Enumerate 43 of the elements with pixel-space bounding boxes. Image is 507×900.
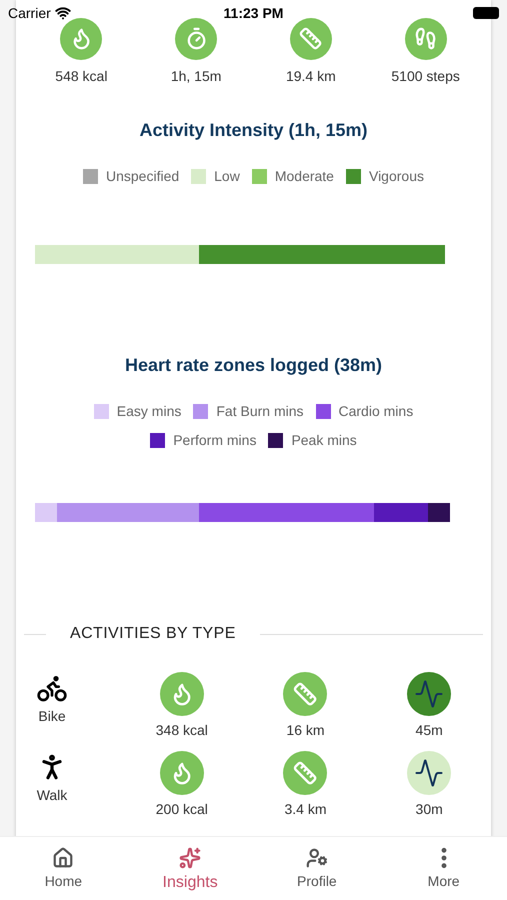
legend-label: Moderate bbox=[274, 167, 334, 186]
activity-calories: 348 kcal bbox=[156, 721, 208, 740]
tab-bar-item[interactable]: Insights bbox=[126, 847, 254, 900]
ruler-icon bbox=[283, 751, 328, 795]
flame-icon bbox=[60, 18, 102, 60]
activity-distance: 16 km bbox=[286, 721, 325, 740]
tab-bar-item[interactable]: Home bbox=[0, 847, 127, 900]
tab-bar-item[interactable]: More bbox=[380, 847, 507, 900]
activity-calories: 200 kcal bbox=[156, 800, 208, 819]
legend-label: Cardio mins bbox=[338, 402, 414, 421]
summary-value: 548 kcal bbox=[55, 67, 108, 86]
section-title: Activity Intensity (1h, 15m) bbox=[138, 119, 369, 142]
section-heading: ACTIVITIES BY TYPE bbox=[70, 624, 236, 644]
legend-label: Perform mins bbox=[173, 431, 256, 450]
carrier-label: Carrier bbox=[8, 4, 51, 22]
legend-label: Vigorous bbox=[368, 167, 424, 186]
legend-label: Easy mins bbox=[116, 402, 182, 421]
activity-name: Bike bbox=[38, 707, 66, 726]
flame-icon bbox=[160, 751, 204, 795]
section-title: Heart rate zones logged (38m) bbox=[124, 354, 384, 377]
summary-value: 19.4 km bbox=[286, 67, 336, 86]
wifi-icon bbox=[54, 5, 71, 21]
tab-bar-item[interactable]: Profile bbox=[254, 847, 380, 900]
battery-icon bbox=[473, 7, 499, 19]
legend-label: Fat Burn mins bbox=[216, 402, 304, 421]
legend-label: Low bbox=[214, 167, 240, 186]
summary-value: 5100 steps bbox=[391, 67, 460, 86]
activity-duration: 30m bbox=[416, 800, 443, 819]
activity-name: Walk bbox=[36, 786, 68, 805]
ruler-icon bbox=[290, 18, 332, 60]
ruler-icon bbox=[283, 672, 328, 716]
footprints-icon bbox=[404, 18, 447, 60]
legend-label: Peak mins bbox=[291, 431, 357, 450]
more-icon bbox=[440, 847, 448, 869]
home-icon bbox=[52, 847, 74, 869]
activity-distance: 3.4 km bbox=[284, 800, 326, 819]
clock: 11:23 PM bbox=[224, 4, 284, 22]
user-gear-icon bbox=[306, 847, 328, 869]
activity-duration: 45m bbox=[416, 721, 443, 740]
legend-label: Unspecified bbox=[106, 167, 180, 186]
stopwatch-icon bbox=[175, 18, 218, 60]
summary-value: 1h, 15m bbox=[170, 67, 222, 86]
flame-icon bbox=[160, 672, 204, 716]
